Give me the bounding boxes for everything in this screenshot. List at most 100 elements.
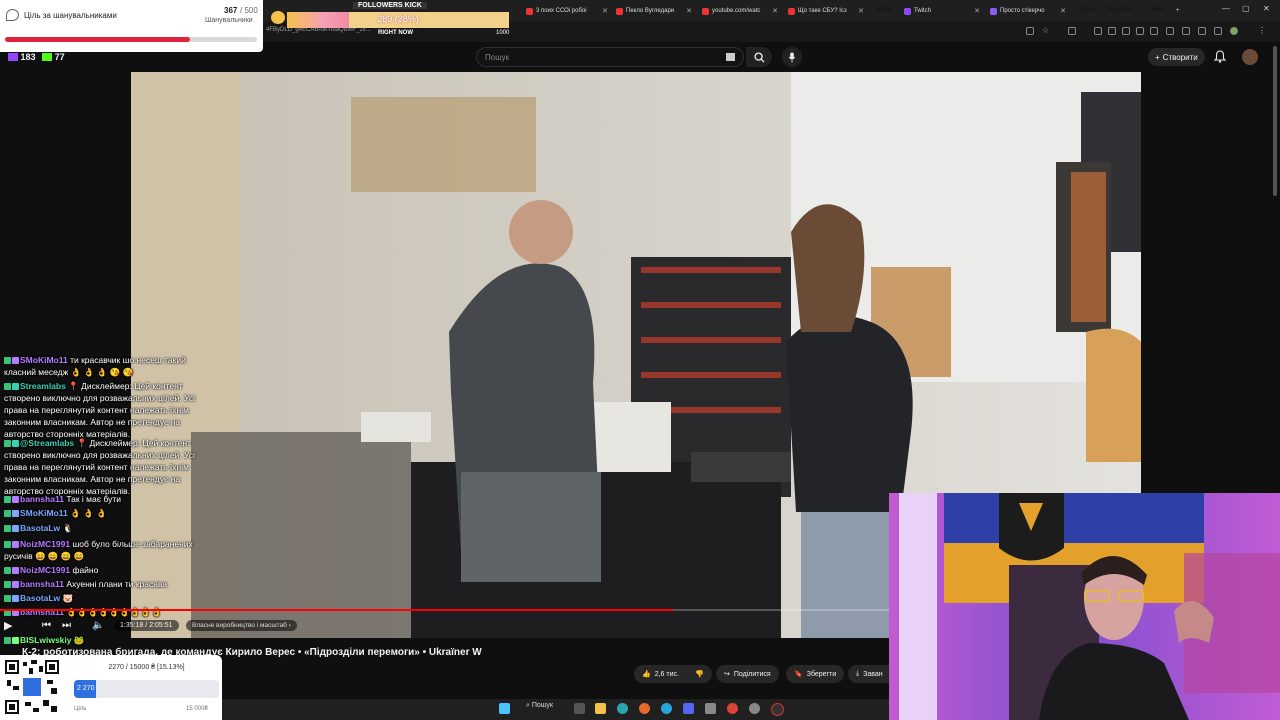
chat-username[interactable]: @Streamlabs xyxy=(20,438,74,448)
close-icon[interactable]: ✕ xyxy=(602,7,608,15)
chat-username[interactable]: NoizMC1991 xyxy=(20,565,70,575)
chat-badge-icon xyxy=(4,525,11,532)
chapter-button[interactable]: Власне виробництво і масштаб › xyxy=(186,620,297,631)
search-input[interactable]: Пошук xyxy=(476,47,744,67)
close-icon[interactable]: ✕ xyxy=(858,7,864,15)
browser-tab[interactable]: 3 поих ССОі робоі ✕ xyxy=(522,2,612,20)
chat-badge-icon xyxy=(12,595,19,602)
tab-group-donations[interactable]: Donations xyxy=(1104,5,1137,16)
browser-tab[interactable]: Просто стікерчо ✕ xyxy=(986,2,1070,20)
page-scrollbar[interactable] xyxy=(1273,46,1277,196)
voice-search-button[interactable] xyxy=(782,47,802,67)
account-avatar[interactable] xyxy=(1242,49,1258,65)
download-button[interactable]: ⤓ Заван xyxy=(848,665,890,683)
telegram-icon[interactable] xyxy=(661,703,672,714)
previous-icon[interactable]: ⏮ xyxy=(42,620,51,631)
heart-icon xyxy=(271,11,285,24)
extension-icon[interactable] xyxy=(1068,27,1076,35)
chat-message: BasotaLw 🐧 xyxy=(4,522,219,534)
chat-username[interactable]: BasotaLw xyxy=(20,523,60,533)
chat-badge-icon xyxy=(12,637,19,644)
keyboard-icon[interactable] xyxy=(726,53,735,61)
save-button[interactable]: 🔖 Зберегти xyxy=(786,665,845,683)
chat-username[interactable]: bannsha11 xyxy=(20,494,64,504)
streamer-webcam xyxy=(889,493,1280,720)
close-icon[interactable]: ✕ xyxy=(772,7,778,15)
chat-username[interactable]: BISLwiwskiy xyxy=(20,635,72,645)
chat-username[interactable]: Streamlabs xyxy=(20,381,66,391)
search-button[interactable] xyxy=(746,47,772,67)
extension-icon[interactable] xyxy=(1214,27,1222,35)
chat-badge-icon xyxy=(4,541,11,548)
share-icon: ↪ xyxy=(724,671,730,678)
close-icon[interactable]: ✕ xyxy=(1060,7,1066,15)
chat-badge-icon xyxy=(12,440,19,447)
create-button[interactable]: + Створити xyxy=(1148,48,1205,66)
extension-icon[interactable] xyxy=(1150,27,1158,35)
tab-group-donati[interactable]: Donati xyxy=(1075,5,1098,16)
chat-badge-icon xyxy=(12,567,19,574)
install-icon[interactable] xyxy=(1026,27,1034,35)
chat-username[interactable]: NoizMC1991 xyxy=(20,539,70,549)
chat-badge-icon xyxy=(12,383,19,390)
play-pause-button[interactable]: ▶ xyxy=(4,619,12,632)
kick-followers-goal: FOLLOWERS KICK 289 (28%) RIGHT NOW 1000 xyxy=(271,2,509,37)
profile-icon[interactable] xyxy=(1230,27,1238,35)
search-icon: ⌕ xyxy=(526,702,530,709)
app-icon[interactable] xyxy=(705,703,716,714)
thumbs-up-icon[interactable]: 👍 xyxy=(642,670,651,678)
edge-icon[interactable] xyxy=(617,703,628,714)
plus-icon: + xyxy=(1155,52,1160,62)
menu-icon[interactable]: ⋮ xyxy=(1258,27,1266,35)
browser-tab[interactable]: Що таке СБУ? Ісз ✕ xyxy=(784,2,868,20)
file-explorer-icon[interactable] xyxy=(595,703,606,714)
volume-icon[interactable]: 🔈 xyxy=(92,620,104,631)
extension-icon[interactable] xyxy=(1094,27,1102,35)
new-tab-button[interactable]: + xyxy=(1172,2,1186,20)
discord-icon[interactable] xyxy=(683,703,694,714)
tab-group-films[interactable]: Films xyxy=(1146,5,1166,16)
task-view-icon[interactable] xyxy=(574,703,585,714)
chat-username[interactable]: SMoKiMo11 xyxy=(20,508,68,518)
close-icon[interactable]: ✕ xyxy=(686,7,692,15)
taskbar-search[interactable]: ⌕ Пошук xyxy=(526,702,553,710)
next-icon[interactable]: ⏭ xyxy=(62,620,71,631)
extension-icon[interactable] xyxy=(1136,27,1144,35)
close-window-icon[interactable]: ✕ xyxy=(1263,4,1270,13)
chrome-icon[interactable] xyxy=(727,703,738,714)
chat-badge-icon xyxy=(4,440,11,447)
qr-code xyxy=(3,658,61,716)
extension-icon[interactable] xyxy=(1108,27,1116,35)
chat-username[interactable]: BasotaLw xyxy=(20,593,60,603)
maximize-icon[interactable]: ▢ xyxy=(1242,4,1250,13)
thumbs-down-icon[interactable]: 👎 xyxy=(695,670,704,678)
tab-group-twitch[interactable]: twitch xyxy=(873,5,894,16)
chat-username[interactable]: bannsha11 xyxy=(20,579,64,589)
chat-badge-icon xyxy=(12,357,19,364)
browser-tab[interactable]: Twitch ✕ xyxy=(900,2,984,20)
browser-tab[interactable]: youtube.com/watc ✕ xyxy=(698,2,782,20)
chat-message: NoizMC1991 шоб було більше забаранених р… xyxy=(4,538,219,562)
extension-icon[interactable] xyxy=(1122,27,1130,35)
settings-icon[interactable] xyxy=(749,703,760,714)
star-icon[interactable]: ☆ xyxy=(1042,27,1050,35)
chat-text: 🐧 xyxy=(62,523,74,533)
followers-goal-widget: Ціль за шанувальниками 367 / 500 Шанувал… xyxy=(0,0,263,52)
video-progress-played[interactable] xyxy=(0,609,673,611)
browser-tab[interactable]: Пекло Вугледари ✕ xyxy=(612,2,696,20)
chat-username[interactable]: SMoKiMo11 xyxy=(20,355,68,365)
tab-icon xyxy=(990,7,997,15)
chat-badge-icon xyxy=(12,541,19,548)
close-icon[interactable]: ✕ xyxy=(974,7,980,15)
extension-icon[interactable] xyxy=(1166,27,1174,35)
search-icon xyxy=(753,51,765,63)
extension-icon[interactable] xyxy=(1198,27,1206,35)
notifications-bell-icon[interactable] xyxy=(1214,50,1226,63)
extension-icon[interactable] xyxy=(1182,27,1190,35)
obs-icon[interactable] xyxy=(771,703,784,716)
windows-taskbar xyxy=(222,699,889,720)
minimize-icon[interactable]: — xyxy=(1222,4,1230,13)
firefox-icon[interactable] xyxy=(639,703,650,714)
share-button[interactable]: ↪ Поділитися xyxy=(716,665,779,683)
windows-start-icon[interactable] xyxy=(499,703,510,714)
